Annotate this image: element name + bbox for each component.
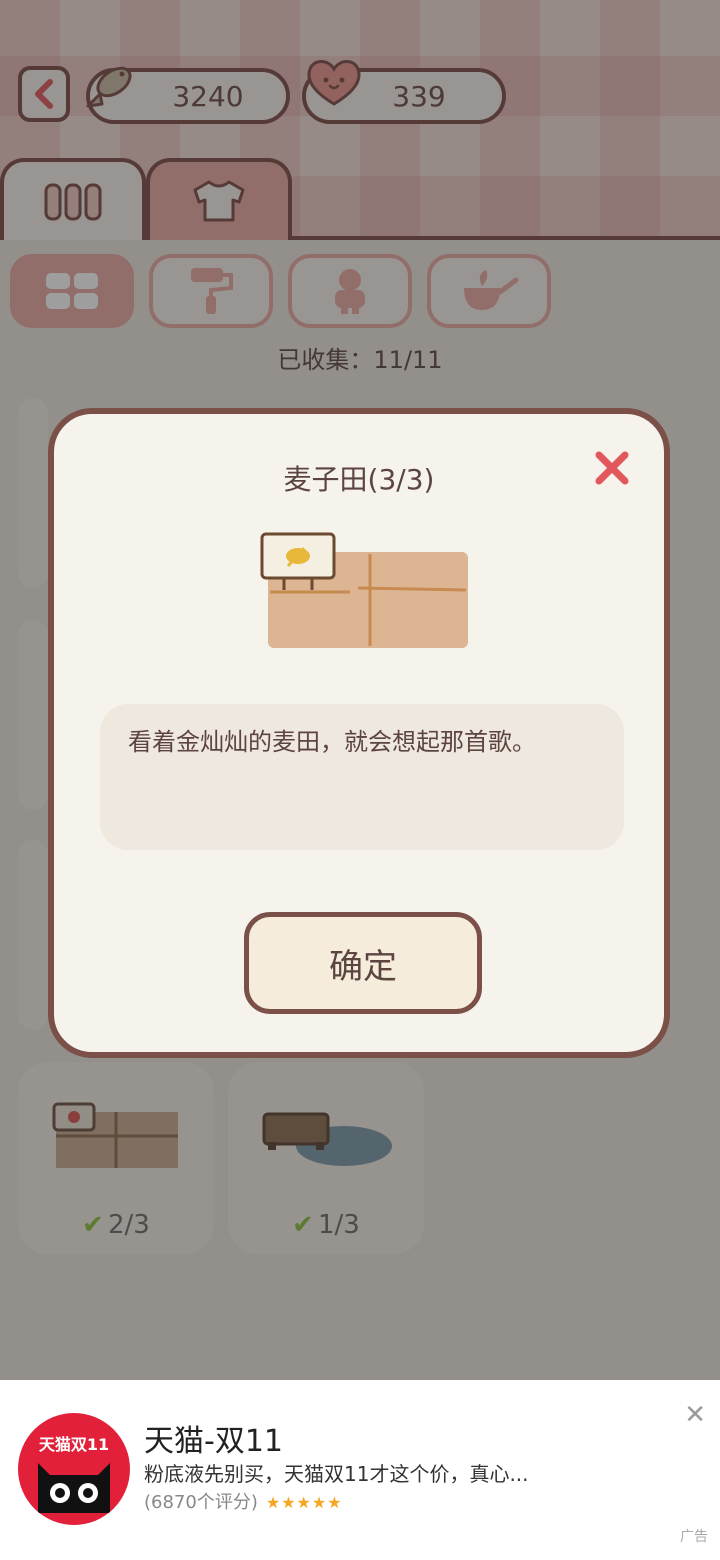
ad-banner[interactable]: 天猫双11 天猫-双11 粉底液先别买，天猫双11才这个价，真心... (687… [0,1380,720,1560]
close-icon [595,451,629,485]
ad-title: 天猫-双11 [144,1424,283,1459]
ad-close-button[interactable]: ✕ [684,1400,706,1430]
confirm-button[interactable]: 确定 [244,912,482,1014]
item-detail-dialog: 麦子田(3/3) 看着金灿灿的麦田，就会想起那首歌。 确定 [48,408,670,1058]
tmall-logo: 天猫双11 [18,1413,130,1525]
item-description: 看着金灿灿的麦田，就会想起那首歌。 [100,704,624,850]
rating-stars-icon: ★★★★★ [265,1493,343,1512]
wheat-field-icon [260,532,468,648]
tmall-cat-icon [38,1463,110,1513]
app-root: 3240 339 已收集：11/11 ✔ 2/3 ✔ 1/3 麦子田(3/3) … [0,0,720,1560]
ad-subtitle: 粉底液先别买，天猫双11才这个价，真心... [144,1462,529,1486]
close-button[interactable] [590,446,634,490]
dialog-title: 麦子田(3/3) [283,463,435,496]
ad-rating: (6870个评分) ★★★★★ [144,1492,343,1513]
ad-label: 广告 [680,1529,708,1545]
